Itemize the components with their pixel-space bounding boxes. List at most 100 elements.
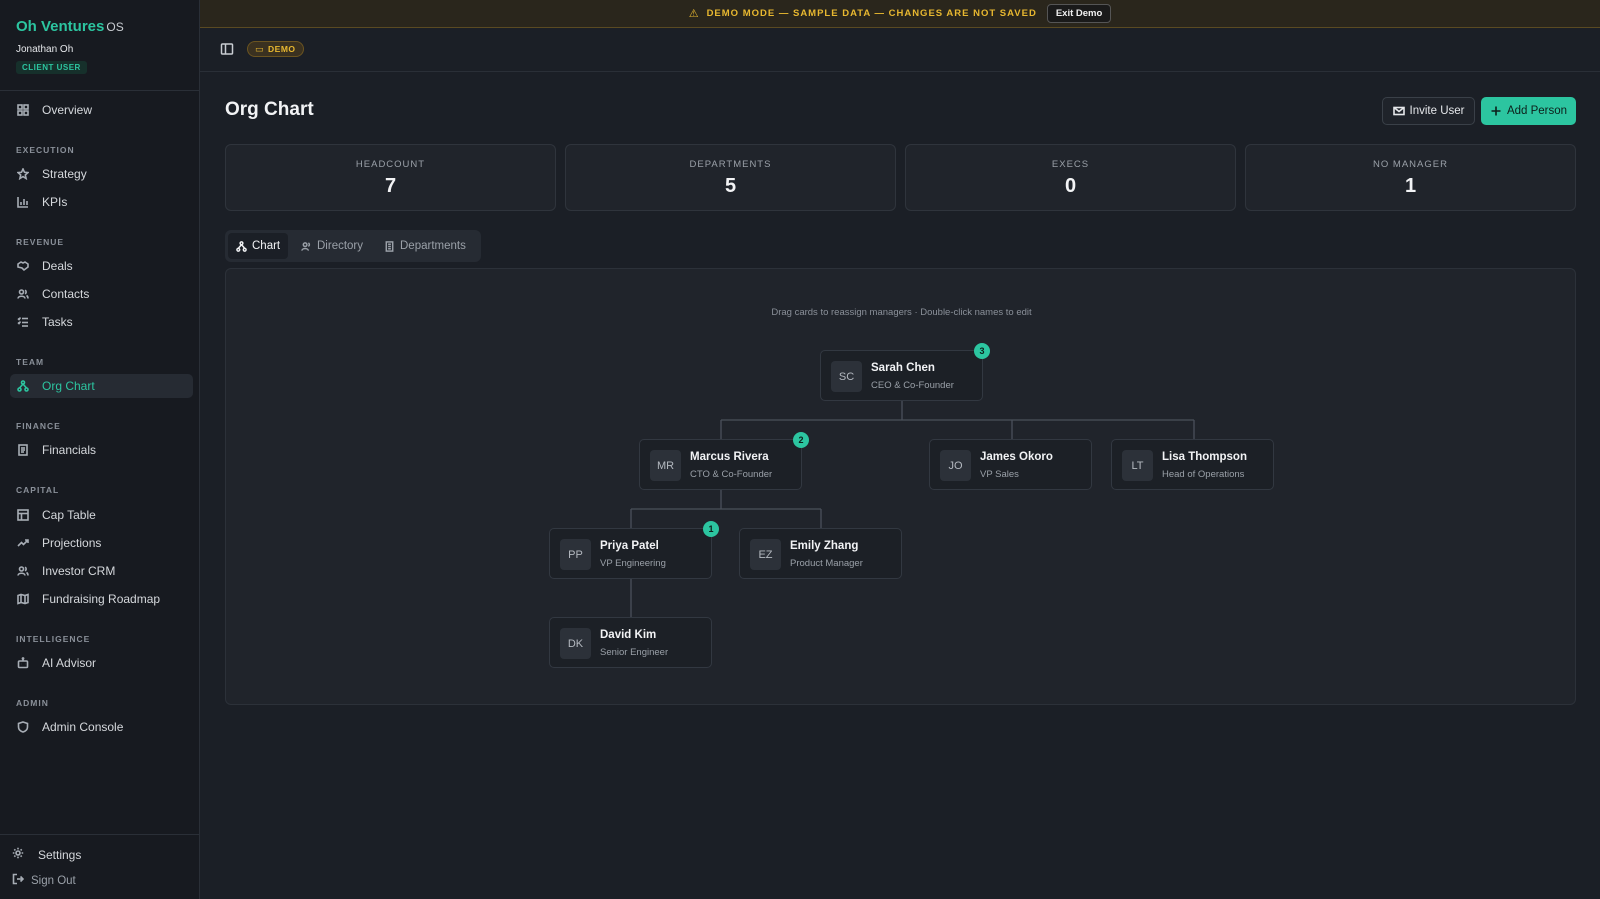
sidebar-item-contacts[interactable]: Contacts xyxy=(10,282,193,306)
person-card[interactable]: MR Marcus Rivera CTO & Co-Founder 2 xyxy=(639,432,809,490)
page-title: Org Chart xyxy=(225,99,314,120)
direct-reports-badge: 2 xyxy=(793,432,809,448)
tab-label: Chart xyxy=(252,240,281,252)
section-label-team: TEAM xyxy=(16,357,45,367)
section-label-finance: FINANCE xyxy=(16,421,61,431)
stat-label: EXECS xyxy=(1051,159,1090,170)
settings-button[interactable]: Settings xyxy=(12,847,81,862)
sidebar-item-tasks[interactable]: Tasks xyxy=(10,310,193,334)
stat-card-no-manager: NO MANAGER 1 xyxy=(1245,144,1576,211)
sidebar-item-label: AI Advisor xyxy=(42,656,97,670)
person-title: Senior Engineer xyxy=(600,647,669,658)
bot-icon xyxy=(16,656,30,670)
person-title: CEO & Co-Founder xyxy=(871,380,954,391)
stat-label: HEADCOUNT xyxy=(355,159,426,170)
sidebar-item-financials[interactable]: Financials xyxy=(10,438,193,462)
sidebar-bottom-divider xyxy=(0,834,199,835)
person-card[interactable]: LT Lisa Thompson Head of Operations xyxy=(1111,439,1274,490)
user-name: Jonathan Oh xyxy=(16,44,74,55)
person-name[interactable]: James Okoro xyxy=(980,451,1053,463)
person-name[interactable]: Emily Zhang xyxy=(790,540,858,552)
document-icon xyxy=(16,443,30,457)
tab-departments[interactable]: Departments xyxy=(376,233,474,259)
sidebar-item-admin-console[interactable]: Admin Console xyxy=(10,715,193,739)
avatar: PP xyxy=(560,539,591,570)
sidebar-item-projections[interactable]: Projections xyxy=(10,531,193,555)
sidebar-item-label: Fundraising Roadmap xyxy=(42,592,161,606)
sidebar-item-kpis[interactable]: KPIs xyxy=(10,190,193,214)
shield-icon xyxy=(16,720,30,734)
sidebar-item-overview[interactable]: Overview xyxy=(10,98,193,122)
person-card[interactable]: DK David Kim Senior Engineer xyxy=(549,617,712,668)
org-chart-panel: Drag cards to reassign managers · Double… xyxy=(225,268,1576,705)
handshake-icon xyxy=(16,259,30,273)
section-label-admin: ADMIN xyxy=(16,698,49,708)
sidebar-item-label: Projections xyxy=(42,536,102,550)
view-tabs: Chart Directory Departments xyxy=(225,230,481,262)
sidebar-item-strategy[interactable]: Strategy xyxy=(10,162,193,186)
bar-chart-icon xyxy=(16,195,30,209)
stat-card-departments: DEPARTMENTS 5 xyxy=(565,144,896,211)
sidebar-item-label: Financials xyxy=(42,443,97,457)
sign-out-label: Sign Out xyxy=(31,874,76,887)
person-card[interactable]: EZ Emily Zhang Product Manager xyxy=(739,528,902,579)
mail-icon xyxy=(1392,106,1405,116)
monitor-icon: ▭ xyxy=(255,43,265,54)
person-name[interactable]: Priya Patel xyxy=(600,540,659,552)
sidebar-toggle-icon xyxy=(220,43,234,55)
stat-label: DEPARTMENTS xyxy=(689,159,772,170)
stat-card-headcount: HEADCOUNT 7 xyxy=(225,144,556,211)
avatar: JO xyxy=(940,450,971,481)
map-icon xyxy=(16,592,30,606)
sidebar-item-label: Strategy xyxy=(42,167,87,181)
topbar: ▭ DEMO xyxy=(200,29,1600,72)
demo-banner-message: DEMO MODE — SAMPLE DATA — CHANGES ARE NO… xyxy=(706,8,1037,19)
sidebar-item-label: Overview xyxy=(42,103,93,117)
sidebar-item-label: Admin Console xyxy=(42,720,124,734)
avatar: SC xyxy=(831,361,862,392)
sidebar: Oh Ventures OS Jonathan Oh CLIENT USER Ov… xyxy=(0,0,200,899)
sidebar-item-deals[interactable]: Deals xyxy=(10,254,193,278)
tab-label: Departments xyxy=(400,240,466,252)
person-title: VP Sales xyxy=(980,469,1019,480)
avatar: EZ xyxy=(750,539,781,570)
role-badge: CLIENT USER xyxy=(16,61,87,74)
sidebar-toggle-button[interactable] xyxy=(220,42,234,56)
table-icon xyxy=(16,508,30,522)
brand-logo[interactable]: Oh Ventures OS xyxy=(16,18,124,35)
person-name[interactable]: David Kim xyxy=(600,629,656,641)
demo-banner: ⚠ DEMO MODE — SAMPLE DATA — CHANGES ARE … xyxy=(200,0,1600,28)
person-card[interactable]: SC Sarah Chen CEO & Co-Founder 3 xyxy=(820,343,990,401)
demo-pill: ▭ DEMO xyxy=(247,41,304,57)
sidebar-item-ai-advisor[interactable]: AI Advisor xyxy=(10,651,193,675)
sidebar-item-fundraising-roadmap[interactable]: Fundraising Roadmap xyxy=(10,587,193,611)
building-icon xyxy=(385,240,394,252)
add-person-button[interactable]: Add Person xyxy=(1481,97,1576,125)
tab-label: Directory xyxy=(317,240,364,252)
users-icon xyxy=(16,564,30,578)
sidebar-item-label: Tasks xyxy=(42,315,73,329)
direct-reports-badge: 1 xyxy=(703,521,719,537)
sidebar-item-label: Investor CRM xyxy=(42,564,116,578)
person-name[interactable]: Lisa Thompson xyxy=(1162,451,1247,463)
settings-label: Settings xyxy=(38,847,82,862)
sidebar-item-cap-table[interactable]: Cap Table xyxy=(10,503,193,527)
person-title: CTO & Co-Founder xyxy=(690,469,773,480)
star-icon xyxy=(16,167,30,181)
tab-directory[interactable]: Directory xyxy=(293,233,371,259)
invite-user-label: Invite User xyxy=(1409,105,1465,117)
sign-out-button[interactable]: Sign Out xyxy=(12,873,76,888)
sidebar-item-label: Org Chart xyxy=(42,379,95,393)
person-name[interactable]: Sarah Chen xyxy=(871,362,935,374)
exit-demo-button[interactable]: Exit Demo xyxy=(1046,4,1112,23)
trending-up-icon xyxy=(16,536,30,550)
sidebar-item-org-chart[interactable]: Org Chart xyxy=(10,374,193,398)
sidebar-item-label: Deals xyxy=(42,259,73,273)
person-card[interactable]: JO James Okoro VP Sales xyxy=(929,439,1092,490)
tab-chart[interactable]: Chart xyxy=(228,233,289,259)
invite-user-button[interactable]: Invite User xyxy=(1382,97,1475,125)
person-name[interactable]: Marcus Rivera xyxy=(690,451,769,463)
person-card[interactable]: PP Priya Patel VP Engineering 1 xyxy=(549,521,719,579)
sidebar-item-investor-crm[interactable]: Investor CRM xyxy=(10,559,193,583)
org-chart-icon xyxy=(16,379,30,393)
